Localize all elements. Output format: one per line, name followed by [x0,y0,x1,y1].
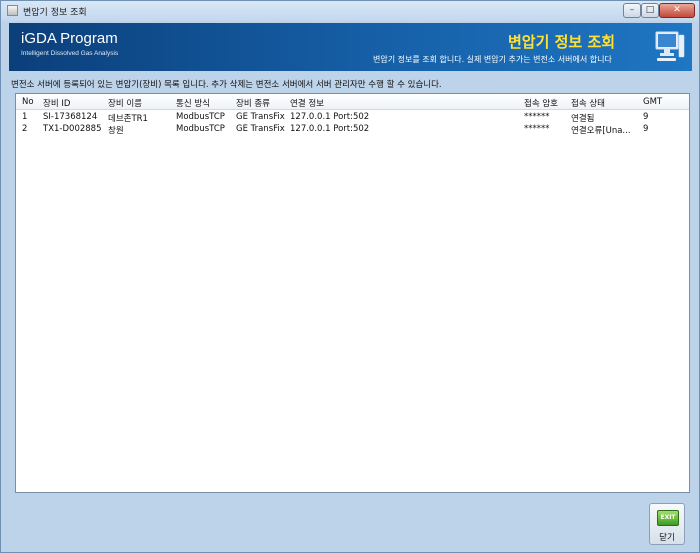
cell-gmt: 9 [643,112,649,122]
column-header[interactable]: 장비 종류 [236,97,270,109]
window-app-icon [7,5,18,16]
brand-name: iGDA Program [21,30,118,47]
header-banner: iGDA Program Intelligent Dissolved Gas A… [9,23,692,71]
cell-no: 2 [22,124,28,134]
cell-no: 1 [22,112,28,122]
close-button-label: 닫기 [659,533,675,543]
close-window-button[interactable]: ✕ [659,3,695,18]
maximize-button[interactable]: □ [641,3,659,18]
transformer-list[interactable]: No 장비 ID 장비 이름 통신 방식 장비 종류 연결 정보 접속 암호 접… [15,93,690,493]
title-bar[interactable]: 변압기 정보 조회 – □ ✕ [1,1,699,21]
cell-connection-info: 127.0.0.1 Port:502 [290,112,370,122]
table-row[interactable]: 1 SI-17368124 데브존TR1 ModbusTCP GE TransF… [16,112,689,124]
cell-password: ****** [524,112,550,122]
column-header[interactable]: GMT [643,97,662,107]
cell-comm-method: ModbusTCP [176,124,225,134]
cell-device-type: GE TransFix [236,124,285,134]
window-title: 변압기 정보 조회 [23,8,87,18]
column-header[interactable]: 장비 이름 [108,97,142,109]
column-header[interactable]: No [22,97,34,107]
column-header[interactable]: 장비 ID [43,97,70,109]
monitor-icon [655,31,685,61]
cell-device-id: SI-17368124 [43,112,98,122]
cell-connection-info: 127.0.0.1 Port:502 [290,124,370,134]
list-header: No 장비 ID 장비 이름 통신 방식 장비 종류 연결 정보 접속 암호 접… [16,94,689,110]
column-header[interactable]: 통신 방식 [176,97,210,109]
cell-device-name: 창원 [108,126,124,136]
page-title: 변압기 정보 조회 [508,33,616,51]
column-header[interactable]: 접속 암호 [524,97,558,109]
notice-text: 변전소 서버에 등록되어 있는 변압기(장비) 목록 입니다. 추가 삭제는 변… [11,80,442,90]
cell-gmt: 9 [643,124,649,134]
table-row[interactable]: 2 TX1-D002885 창원 ModbusTCP GE TransFix 1… [16,124,689,136]
cell-password: ****** [524,124,550,134]
cell-device-type: GE TransFix [236,112,285,122]
main-window: 변압기 정보 조회 – □ ✕ iGDA Program Intelligent… [0,0,700,553]
cell-status: 연결됨 [571,114,595,124]
column-header[interactable]: 연결 정보 [290,97,324,109]
cell-comm-method: ModbusTCP [176,112,225,122]
minimize-button[interactable]: – [623,3,641,18]
cell-status: 연결오류[Una... [571,126,631,136]
cell-device-name: 데브존TR1 [108,114,148,124]
close-button[interactable]: EXIT 닫기 [649,503,685,545]
brand-subtitle: Intelligent Dissolved Gas Analysis [21,50,119,57]
page-description: 변압기 정보를 조회 합니다. 실제 변압기 추가는 변전소 서버에서 합니다 [373,55,612,64]
column-header[interactable]: 접속 상태 [571,97,605,109]
exit-icon: EXIT [657,510,679,526]
cell-device-id: TX1-D002885 [43,124,102,134]
